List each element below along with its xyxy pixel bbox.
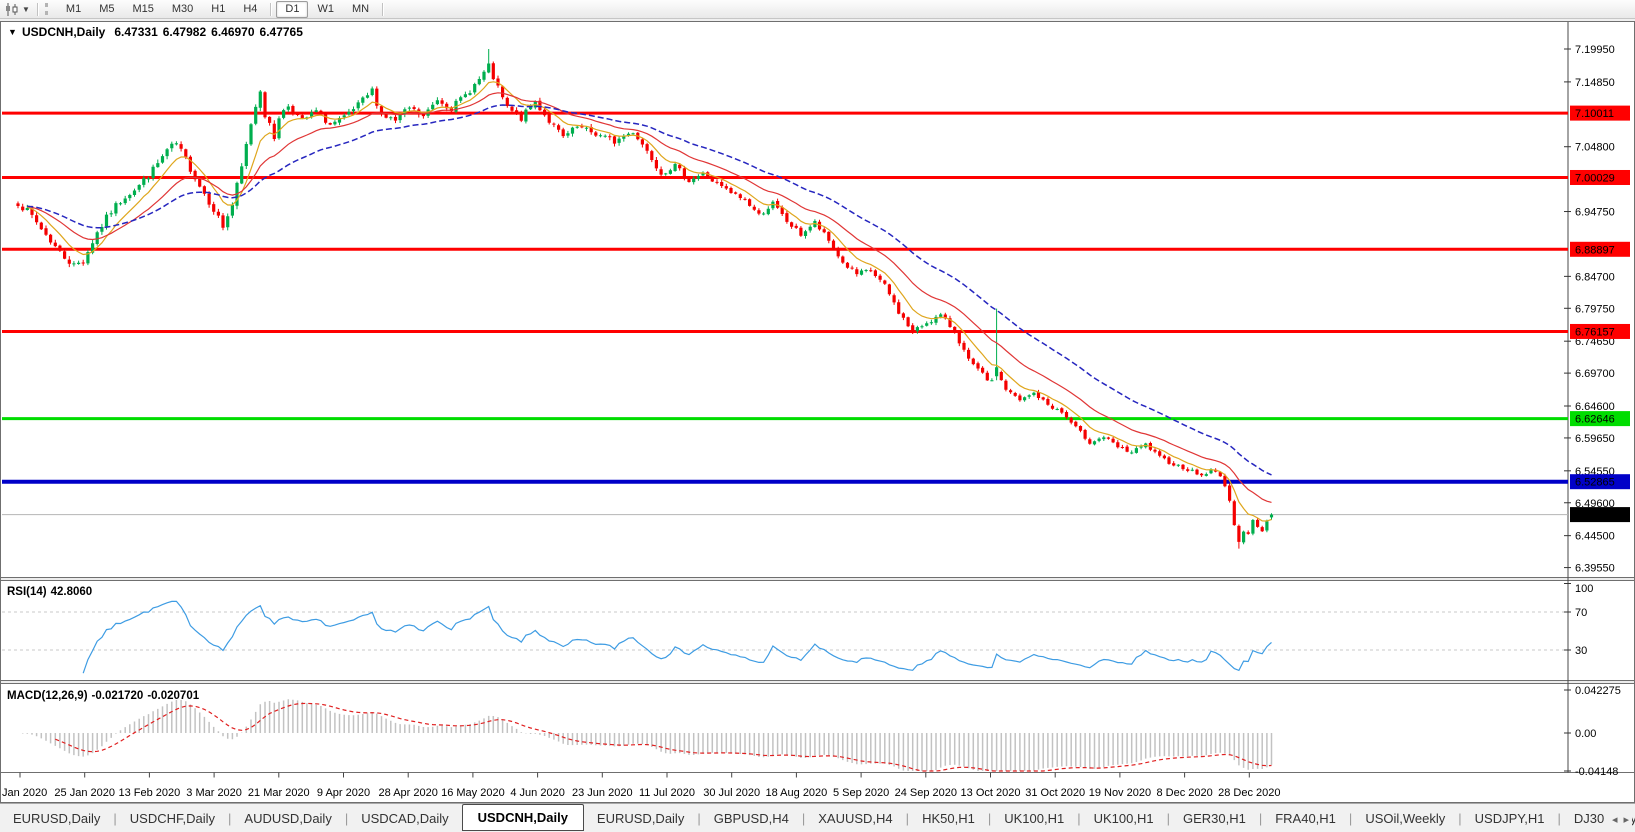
- tab-usdcnh-daily[interactable]: USDCNH,Daily: [461, 804, 584, 831]
- date-tick-label: 19 Nov 2020: [1089, 787, 1151, 799]
- chart-type-dropdown-icon[interactable]: ▼: [21, 5, 33, 14]
- chart-area[interactable]: 7.19950 7.14850 7.04800 6.94750 6.84700 6.797…: [0, 0, 1635, 831]
- timeframe-toolbar: ▼ M1 M5 M15 M30 H1 H4 D1 W1 MN: [0, 0, 1635, 19]
- tab-xauusd-h4[interactable]: XAUUSD,H4: [805, 807, 905, 830]
- price-tick-label: 6.69700: [1575, 368, 1615, 380]
- tab-usdjpy-h1[interactable]: USDJPY,H1: [1462, 807, 1558, 830]
- chart-type-icon[interactable]: [3, 2, 21, 16]
- price-level-badge: 6.88897: [1570, 241, 1630, 257]
- date-tick-label: 3 Mar 2020: [186, 787, 242, 799]
- price-tick-label: 6.94750: [1575, 207, 1615, 219]
- date-tick-label: 28 Dec 2020: [1218, 787, 1280, 799]
- price-tick-label: 7.04800: [1575, 142, 1615, 154]
- svg-text:6.62646: 6.62646: [1575, 414, 1615, 426]
- date-tick-label: 24 Sep 2020: [895, 787, 957, 799]
- tab-uk100-h1[interactable]: UK100,H1: [991, 807, 1077, 830]
- tab-eurusd-daily[interactable]: EURUSD,Daily: [0, 807, 113, 830]
- tab-usdcad-daily[interactable]: USDCAD,Daily: [348, 807, 461, 830]
- tab-ger30-h1[interactable]: GER30,H1: [1170, 807, 1259, 830]
- macd-tick-label: 0.042275: [1575, 685, 1621, 697]
- price-tick-label: 7.14850: [1575, 77, 1615, 89]
- toolbar-separator: [382, 2, 385, 16]
- price-tick-label: 6.79750: [1575, 303, 1615, 315]
- date-tick-label: 4 Jun 2020: [510, 787, 564, 799]
- tab-fra40-h1[interactable]: FRA40,H1: [1262, 807, 1349, 830]
- timeframe-button-m15[interactable]: M15: [123, 1, 162, 18]
- current-price-badge: 6.47765: [1570, 507, 1630, 523]
- date-tick-label: 8 Dec 2020: [1156, 787, 1212, 799]
- date-tick-label: 13 Oct 2020: [961, 787, 1021, 799]
- toolbar-grip[interactable]: [44, 3, 51, 15]
- price-tick-label: 7.19950: [1575, 44, 1615, 56]
- macd-tick-label: -0.04148: [1575, 766, 1618, 778]
- chart-tabs: EURUSD,Daily | USDCHF,Daily | AUDUSD,Daily | U…: [0, 804, 1635, 831]
- chart-title: ▼ USDCNH,Daily 6.47331 6.47982 6.46970 6.4776…: [8, 25, 303, 39]
- timeframe-button-m1[interactable]: M1: [57, 1, 90, 18]
- tabs-scroll-arrows: ◂ ▸: [1604, 813, 1632, 826]
- tabs-scroll-right-icon[interactable]: ▸: [1620, 814, 1632, 826]
- tab-usdchf-daily[interactable]: USDCHF,Daily: [117, 807, 228, 830]
- rsi-tick-label: 70: [1575, 607, 1587, 619]
- date-tick-label: 30 Jul 2020: [703, 787, 760, 799]
- svg-text:6.47765: 6.47765: [1575, 510, 1615, 522]
- svg-text:▼: ▼: [8, 27, 17, 37]
- toolbar-separator: [270, 2, 273, 16]
- svg-text:USDCNH,Daily6.473316.479826.46: USDCNH,Daily 6.47331 6.47982 6.46970 6.47765: [22, 25, 303, 39]
- chart-tabs-bar: EURUSD,Daily | USDCHF,Daily | AUDUSD,Daily | U…: [0, 803, 1635, 832]
- tab-usoil-weekly[interactable]: USOil,Weekly: [1352, 807, 1458, 830]
- timeframe-button-m5[interactable]: M5: [90, 1, 123, 18]
- date-tick-label: 11 Jul 2020: [639, 787, 695, 799]
- tab-hk50-h1[interactable]: HK50,H1: [909, 807, 988, 830]
- svg-text:6.88897: 6.88897: [1575, 244, 1615, 256]
- date-tick-label: 28 Apr 2020: [379, 787, 438, 799]
- tabs-scroll-left-icon[interactable]: ◂: [1609, 814, 1621, 826]
- price-level-badge: 6.62646: [1570, 411, 1630, 427]
- svg-text:6.76157: 6.76157: [1575, 326, 1615, 338]
- date-tick-label: 16 May 2020: [441, 787, 505, 799]
- price-tick-label: 6.39550: [1575, 563, 1615, 575]
- svg-text:7.00029: 7.00029: [1575, 172, 1615, 184]
- date-tick-label: 23 Jun 2020: [572, 787, 633, 799]
- macd-label: MACD(12,26,9) -0.021720 -0.020701: [7, 690, 200, 702]
- price-level-badge: 7.00029: [1570, 169, 1630, 185]
- timeframe-button-h1[interactable]: H1: [202, 1, 234, 18]
- price-tick-label: 6.59650: [1575, 433, 1615, 445]
- date-tick-label: 21 Mar 2020: [248, 787, 310, 799]
- timeframe-button-mn[interactable]: MN: [343, 1, 378, 18]
- date-tick-label: 9 Apr 2020: [317, 787, 370, 799]
- tab-gbpusd-h4[interactable]: GBPUSD,H4: [701, 807, 802, 830]
- price-level-badge: 7.10011: [1570, 105, 1630, 121]
- price-level-badge: 6.76157: [1570, 323, 1630, 339]
- toolbar-separator: [36, 2, 39, 16]
- timeframe-button-w1[interactable]: W1: [308, 1, 343, 18]
- timeframe-button-d1[interactable]: D1: [276, 0, 309, 18]
- date-tick-label: 13 Feb 2020: [119, 787, 181, 799]
- tab-eurusd-daily[interactable]: EURUSD,Daily: [584, 807, 697, 830]
- rsi-tick-label: 30: [1575, 645, 1587, 657]
- rsi-tick-label: 100: [1575, 583, 1593, 595]
- date-tick-label: 31 Oct 2020: [1025, 787, 1085, 799]
- chart-window-frame: [0, 21, 1635, 803]
- timeframe-button-m30[interactable]: M30: [163, 1, 202, 18]
- svg-text:6.52865: 6.52865: [1575, 477, 1615, 489]
- price-tick-label: 6.44500: [1575, 531, 1615, 543]
- timeframe-buttons: M1 M5 M15 M30 H1 H4 D1 W1 MN: [57, 0, 388, 18]
- date-tick-label: 18 Aug 2020: [766, 787, 828, 799]
- price-tick-label: 6.84700: [1575, 271, 1615, 283]
- timeframe-button-h4[interactable]: H4: [234, 1, 266, 18]
- tab-audusd-daily[interactable]: AUDUSD,Daily: [231, 807, 344, 830]
- date-tick-label: 7 Jan 2020: [0, 787, 47, 799]
- price-level-badge: 6.52865: [1570, 474, 1630, 490]
- date-tick-label: 5 Sep 2020: [833, 787, 889, 799]
- date-tick-label: 25 Jan 2020: [54, 787, 115, 799]
- macd-tick-label: 0.00: [1575, 728, 1596, 740]
- svg-text:7.10011: 7.10011: [1575, 108, 1614, 120]
- tab-uk100-h1[interactable]: UK100,H1: [1081, 807, 1167, 830]
